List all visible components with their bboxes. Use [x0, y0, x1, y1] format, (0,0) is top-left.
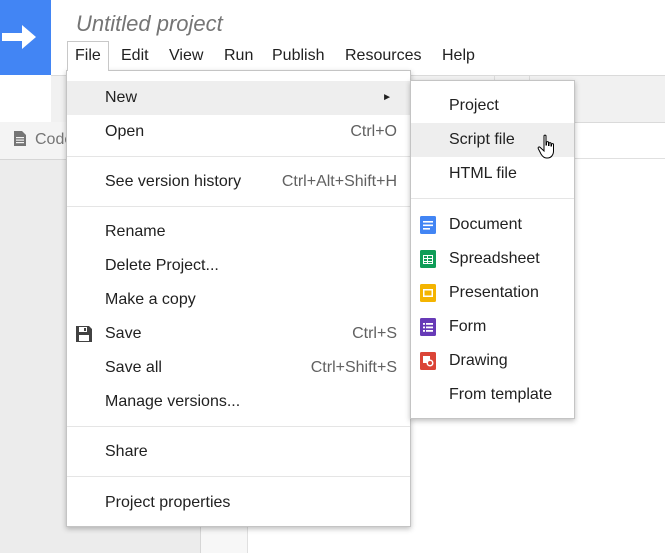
- presentation-label: Presentation: [449, 284, 539, 301]
- new-spreadsheet[interactable]: Spreadsheet: [411, 242, 574, 276]
- file-menu-open[interactable]: Open Ctrl+O: [67, 115, 410, 149]
- file-menu-properties[interactable]: Project properties: [67, 486, 410, 520]
- copy-label: Make a copy: [105, 291, 196, 308]
- form-label: Form: [449, 318, 487, 335]
- version-history-label: See version history: [105, 173, 242, 190]
- app-logo[interactable]: [0, 0, 51, 75]
- hand-cursor-icon: [537, 134, 554, 159]
- menu-divider: [67, 156, 410, 157]
- floppy-disk-icon: [76, 326, 92, 342]
- save-all-label: Save all: [105, 359, 162, 376]
- document-label: Document: [449, 216, 522, 233]
- menu-file[interactable]: File: [67, 41, 109, 71]
- new-drawing[interactable]: Drawing: [411, 344, 574, 378]
- arrow-right-icon: [2, 25, 36, 49]
- new-from-template[interactable]: From template: [411, 378, 574, 412]
- project-label: Project: [449, 97, 499, 114]
- file-menu-share[interactable]: Share: [67, 435, 410, 469]
- new-html-file[interactable]: HTML file: [411, 157, 574, 191]
- properties-label: Project properties: [105, 494, 231, 511]
- file-menu-save[interactable]: Save Ctrl+S: [67, 317, 410, 351]
- google-docs-icon: [420, 216, 436, 234]
- google-forms-icon: [420, 318, 436, 336]
- new-document[interactable]: Document: [411, 208, 574, 242]
- spreadsheet-label: Spreadsheet: [449, 250, 540, 267]
- menu-divider: [67, 476, 410, 477]
- menu-view[interactable]: View: [162, 41, 210, 71]
- code-tab[interactable]: Code: [14, 131, 73, 149]
- menu-edit[interactable]: Edit: [114, 41, 156, 71]
- google-drawings-icon: [420, 352, 436, 370]
- project-title[interactable]: Untitled project: [76, 11, 223, 37]
- new-submenu: Project Script file HTML file Document S…: [410, 80, 575, 419]
- menu-divider: [67, 206, 410, 207]
- version-history-shortcut: Ctrl+Alt+Shift+H: [281, 173, 397, 190]
- file-menu-version-history[interactable]: See version history Ctrl+Alt+Shift+H: [67, 165, 410, 199]
- save-label: Save: [105, 325, 142, 342]
- menu-help[interactable]: Help: [435, 41, 482, 71]
- new-presentation[interactable]: Presentation: [411, 276, 574, 310]
- submenu-arrow-icon: ►: [382, 92, 392, 103]
- save-shortcut: Ctrl+S: [352, 325, 397, 342]
- script-file-label: Script file: [449, 131, 515, 148]
- new-label: New: [105, 89, 138, 106]
- template-label: From template: [449, 386, 553, 403]
- file-menu-copy[interactable]: Make a copy: [67, 283, 410, 317]
- file-menu-new[interactable]: New ►: [67, 81, 410, 115]
- html-file-label: HTML file: [449, 165, 517, 182]
- file-menu-save-all[interactable]: Save all Ctrl+Shift+S: [67, 351, 410, 385]
- file-menu-rename[interactable]: Rename: [67, 215, 410, 249]
- file-menu-delete[interactable]: Delete Project...: [67, 249, 410, 283]
- file-menu-manage-versions[interactable]: Manage versions...: [67, 385, 410, 419]
- menu-divider: [67, 426, 410, 427]
- menu-resources[interactable]: Resources: [338, 41, 428, 71]
- delete-label: Delete Project...: [105, 257, 219, 274]
- new-project[interactable]: Project: [411, 89, 574, 123]
- document-icon: [14, 131, 26, 146]
- new-form[interactable]: Form: [411, 310, 574, 344]
- google-slides-icon: [420, 284, 436, 302]
- menu-divider: [411, 198, 574, 199]
- share-label: Share: [105, 443, 148, 460]
- rename-label: Rename: [105, 223, 166, 240]
- drawing-label: Drawing: [449, 352, 508, 369]
- google-sheets-icon: [420, 250, 436, 268]
- menu-run[interactable]: Run: [217, 41, 260, 71]
- menu-publish[interactable]: Publish: [265, 41, 331, 71]
- manage-versions-label: Manage versions...: [105, 393, 241, 410]
- file-menu: New ► Open Ctrl+O See version history Ct…: [66, 70, 411, 527]
- open-shortcut: Ctrl+O: [350, 123, 397, 140]
- save-all-shortcut: Ctrl+Shift+S: [310, 359, 397, 376]
- open-label: Open: [105, 123, 145, 140]
